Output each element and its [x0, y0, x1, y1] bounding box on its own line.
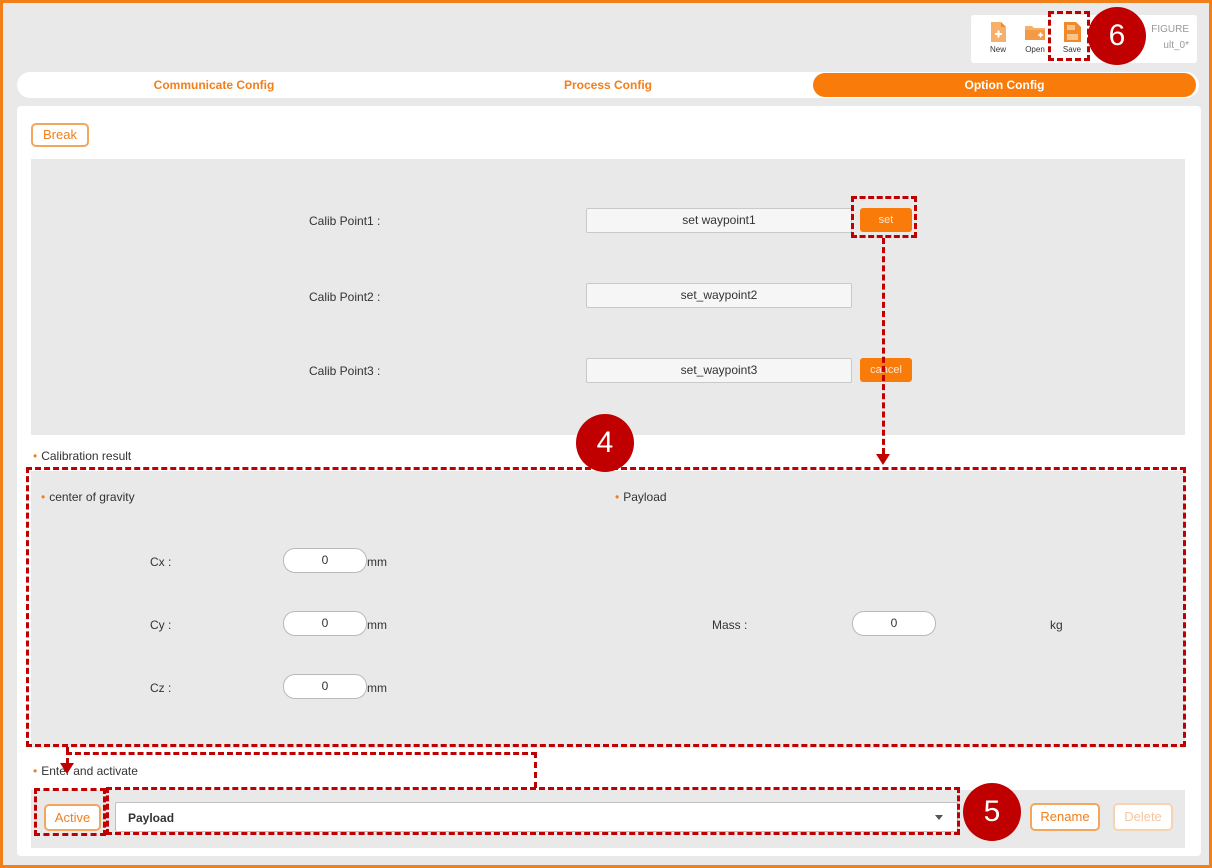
cz-input[interactable]: 0 — [283, 674, 367, 699]
save-button[interactable]: Save — [1056, 19, 1088, 61]
cz-label: Cz : — [150, 681, 172, 695]
mass-label: Mass : — [712, 618, 748, 632]
cz-unit: mm — [367, 681, 387, 695]
cog-title: • center of gravity — [41, 490, 135, 504]
active-button[interactable]: Active — [44, 804, 101, 831]
option-config-panel: Break Calib Point1 : set waypoint1 set C… — [17, 106, 1201, 856]
new-file-icon — [991, 22, 1006, 42]
calibration-points-box: Calib Point1 : set waypoint1 set Calib P… — [31, 159, 1185, 435]
open-label: Open — [1025, 45, 1045, 54]
enter-activate-title: • Enter and activate — [33, 764, 138, 778]
chevron-down-icon — [935, 815, 943, 820]
set-waypoint1-button[interactable]: set waypoint1 — [586, 208, 852, 233]
save-label: Save — [1062, 45, 1082, 54]
calib-point2-label: Calib Point2 : — [309, 290, 381, 304]
new-label: New — [989, 45, 1006, 54]
calibration-result-box: • center of gravity • Payload Cx : 0 mm Cy… — [31, 471, 1185, 748]
set-waypoint3-button[interactable]: set_waypoint3 — [586, 358, 852, 383]
set-button[interactable]: set — [860, 208, 912, 232]
mass-input[interactable]: 0 — [852, 611, 936, 636]
payload-select-value: Payload — [128, 811, 175, 825]
arrow-down-icon — [60, 763, 74, 774]
save-icon — [1064, 22, 1081, 42]
bullet-icon: • — [615, 490, 620, 504]
cy-label: Cy : — [150, 618, 172, 632]
bullet-icon: • — [41, 490, 46, 504]
bullet-icon: • — [33, 764, 38, 778]
tab-communicate-config[interactable]: Communicate Config — [17, 72, 411, 98]
annotation-badge-5: 5 — [963, 783, 1021, 841]
annotation-badge-6: 6 — [1088, 7, 1146, 65]
calib-point1-label: Calib Point1 : — [309, 214, 381, 228]
cx-input[interactable]: 0 — [283, 548, 367, 573]
tab-option-config[interactable]: Option Config — [813, 73, 1196, 97]
break-button[interactable]: Break — [31, 123, 89, 147]
file-toolbar: New Open Save FIGURE ult_0* — [971, 15, 1197, 63]
payload-title: • Payload — [615, 490, 667, 504]
rename-button[interactable]: Rename — [1030, 803, 1100, 831]
cx-unit: mm — [367, 555, 387, 569]
tab-process-config[interactable]: Process Config — [411, 72, 805, 98]
payload-select[interactable]: Payload — [115, 802, 958, 832]
cy-input[interactable]: 0 — [283, 611, 367, 636]
open-folder-icon — [1025, 26, 1045, 40]
calib-point3-label: Calib Point3 : — [309, 364, 381, 378]
mass-unit: kg — [1050, 618, 1063, 632]
new-button[interactable]: New — [982, 19, 1014, 61]
cancel-button[interactable]: cancel — [860, 358, 912, 382]
config-tab-bar: Communicate Config Process Config Option… — [17, 72, 1199, 98]
cx-label: Cx : — [150, 555, 172, 569]
delete-button[interactable]: Delete — [1113, 803, 1173, 831]
calibration-result-title: • Calibration result — [33, 449, 132, 463]
arrow-down-icon — [876, 454, 890, 465]
bullet-icon: • — [33, 449, 38, 463]
open-button[interactable]: Open — [1019, 19, 1051, 61]
set-waypoint2-button[interactable]: set_waypoint2 — [586, 283, 852, 308]
annotation-badge-4: 4 — [576, 414, 634, 472]
cy-unit: mm — [367, 618, 387, 632]
